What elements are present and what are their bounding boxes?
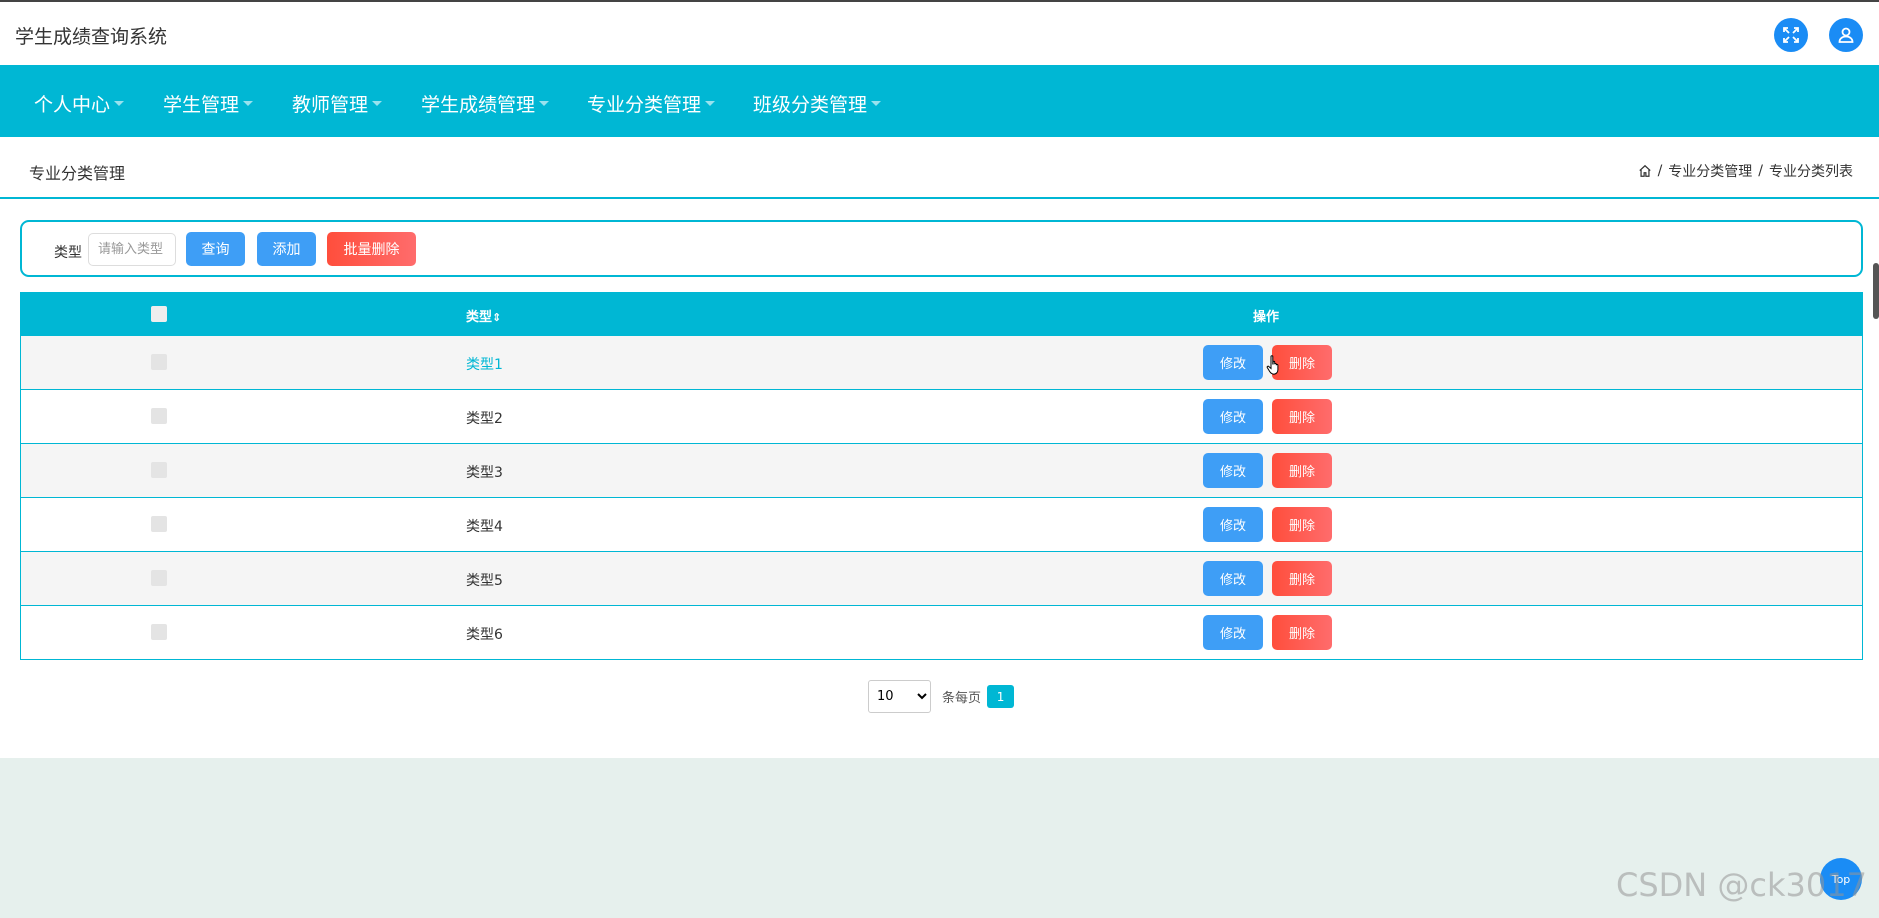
nav-label: 班级分类管理 [753, 94, 868, 116]
type-search-input[interactable] [88, 233, 176, 266]
type-cell: 类型6 [466, 627, 503, 643]
row-checkbox[interactable] [151, 354, 167, 370]
search-panel: 类型 查询 添加 批量删除 [20, 220, 1863, 277]
row-checkbox[interactable] [151, 624, 167, 640]
add-button[interactable]: 添加 [257, 232, 316, 266]
nav-label: 专业分类管理 [587, 94, 702, 116]
table-row: 类型2 修改 删除 [20, 390, 1863, 444]
nav-item-personal-center[interactable]: 个人中心 [34, 90, 125, 117]
top-header: 学生成绩查询系统 [0, 0, 1879, 65]
nav-item-score-management[interactable]: 学生成绩管理 [421, 90, 550, 117]
page-number-1[interactable]: 1 [987, 685, 1015, 708]
chevron-down-icon [114, 101, 125, 106]
type-filter-label: 类型 [54, 245, 82, 261]
table-row: 类型6 修改 删除 [20, 606, 1863, 660]
edit-button[interactable]: 修改 [1203, 561, 1263, 596]
app-title: 学生成绩查询系统 [15, 26, 168, 48]
page-header: 专业分类管理 / 专业分类管理 / 专业分类列表 [0, 137, 1879, 199]
nav-item-student-management[interactable]: 学生管理 [163, 90, 254, 117]
fullscreen-icon[interactable] [1774, 18, 1808, 52]
nav-item-class-category-management[interactable]: 班级分类管理 [753, 90, 882, 117]
delete-button[interactable]: 删除 [1272, 453, 1332, 488]
user-icon[interactable] [1829, 18, 1863, 52]
edit-button[interactable]: 修改 [1203, 507, 1263, 542]
row-checkbox[interactable] [151, 516, 167, 532]
actions-column-header: 操作 [1253, 310, 1280, 325]
per-page-label: 条每页 [942, 691, 982, 706]
delete-button[interactable]: 删除 [1272, 615, 1332, 650]
row-checkbox[interactable] [151, 570, 167, 586]
type-header-label: 类型 [466, 310, 493, 325]
home-icon[interactable] [1638, 164, 1652, 178]
chevron-down-icon [705, 101, 716, 106]
type-cell: 类型5 [466, 573, 503, 589]
table-row: 类型5 修改 删除 [20, 552, 1863, 606]
type-cell[interactable]: 类型1 [466, 354, 503, 374]
edit-button[interactable]: 修改 [1203, 615, 1263, 650]
breadcrumb-separator: / [1657, 163, 1663, 179]
breadcrumb-item-major-category-list: 专业分类列表 [1769, 164, 1853, 180]
delete-button[interactable]: 删除 [1272, 561, 1332, 596]
nav-label: 学生成绩管理 [421, 94, 536, 116]
breadcrumb-item-major-category-management[interactable]: 专业分类管理 [1668, 161, 1752, 181]
chevron-down-icon [871, 101, 882, 106]
sort-icon[interactable]: ⇕ [492, 311, 501, 324]
query-button[interactable]: 查询 [186, 232, 245, 266]
table-row: 类型1 修改 删除 [20, 336, 1863, 390]
type-cell: 类型2 [466, 411, 503, 427]
page-title: 专业分类管理 [29, 164, 126, 183]
type-column-header[interactable]: 类型⇕ [466, 306, 501, 325]
edit-button[interactable]: 修改 [1203, 453, 1263, 488]
chevron-down-icon [539, 101, 550, 106]
main-nav: 个人中心 学生管理 教师管理 学生成绩管理 专业分类管理 班级分类管理 [0, 65, 1879, 137]
major-category-table: 类型⇕ 操作 类型1 修改 删除 类型2 修改 删除 类型3 修改 删除 类型4… [20, 292, 1863, 660]
delete-button[interactable]: 删除 [1272, 399, 1332, 434]
chevron-down-icon [243, 101, 254, 106]
nav-label: 教师管理 [292, 94, 369, 116]
scrollbar[interactable] [1873, 263, 1879, 319]
table-row: 类型3 修改 删除 [20, 444, 1863, 498]
page-size-select[interactable]: 10 [868, 680, 931, 713]
nav-item-major-category-management[interactable]: 专业分类管理 [587, 90, 716, 117]
select-all-checkbox[interactable] [151, 306, 167, 322]
hand-cursor-icon [1266, 355, 1279, 375]
pagination: 10 条每页 1 [868, 680, 1015, 713]
nav-label: 学生管理 [163, 94, 240, 116]
row-checkbox[interactable] [151, 408, 167, 424]
edit-button[interactable]: 修改 [1203, 345, 1263, 380]
chevron-down-icon [372, 101, 383, 106]
nav-label: 个人中心 [34, 94, 111, 116]
table-row: 类型4 修改 删除 [20, 498, 1863, 552]
breadcrumb: / 专业分类管理 / 专业分类列表 [1638, 161, 1853, 181]
edit-button[interactable]: 修改 [1203, 399, 1263, 434]
nav-item-teacher-management[interactable]: 教师管理 [292, 90, 383, 117]
type-cell: 类型4 [466, 519, 503, 535]
table-header: 类型⇕ 操作 [20, 292, 1863, 336]
delete-button[interactable]: 删除 [1272, 507, 1332, 542]
breadcrumb-separator: / [1758, 163, 1763, 179]
footer-area [0, 758, 1879, 918]
watermark-text: CSDN @ck3017 [1616, 866, 1867, 904]
row-checkbox[interactable] [151, 462, 167, 478]
type-cell: 类型3 [466, 465, 503, 481]
batch-delete-button[interactable]: 批量删除 [327, 232, 416, 266]
